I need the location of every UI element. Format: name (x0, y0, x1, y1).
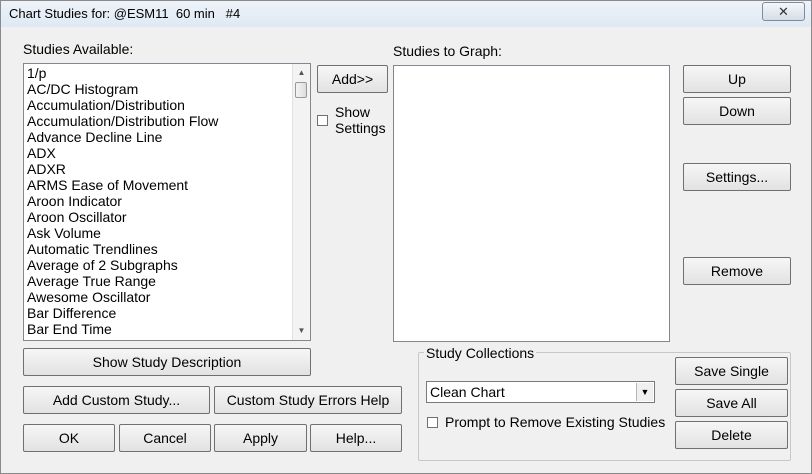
list-item[interactable]: Accumulation/Distribution (27, 97, 218, 113)
studies-available-label: Studies Available: (23, 41, 134, 57)
help-button[interactable]: Help... (310, 424, 402, 452)
show-study-description-button[interactable]: Show Study Description (23, 348, 311, 376)
list-item[interactable]: 1/p (27, 65, 218, 81)
settings-button[interactable]: Settings... (683, 163, 791, 191)
studies-to-graph-label: Studies to Graph: (393, 43, 502, 59)
scrollbar-thumb[interactable] (295, 82, 307, 98)
remove-button[interactable]: Remove (683, 257, 791, 285)
study-collections-label: Study Collections (424, 345, 537, 361)
prompt-remove-existing-checkbox[interactable] (427, 417, 438, 428)
list-item[interactable]: Ask Volume (27, 225, 218, 241)
close-icon: ✕ (778, 4, 789, 19)
list-item[interactable]: ADXR (27, 161, 218, 177)
title-bar: Chart Studies for: @ESM11 60 min #4 ✕ (1, 1, 811, 27)
ok-button[interactable]: OK (23, 424, 115, 452)
list-item[interactable]: Advance Decline Line (27, 129, 218, 145)
show-settings-label-line1: Show (335, 104, 371, 120)
apply-button[interactable]: Apply (214, 424, 307, 452)
list-item[interactable]: Aroon Indicator (27, 193, 218, 209)
save-single-button[interactable]: Save Single (675, 357, 788, 385)
add-custom-study-button[interactable]: Add Custom Study... (23, 386, 210, 414)
study-collection-select[interactable]: Clean Chart ▼ (426, 381, 655, 403)
scroll-up-icon[interactable]: ▲ (293, 65, 310, 81)
list-item[interactable]: Aroon Oscillator (27, 209, 218, 225)
chevron-down-icon[interactable]: ▼ (636, 383, 653, 401)
custom-study-errors-help-button[interactable]: Custom Study Errors Help (214, 386, 402, 414)
down-button[interactable]: Down (683, 97, 791, 125)
studies-to-graph-list[interactable] (393, 65, 670, 342)
delete-button[interactable]: Delete (675, 421, 788, 449)
add-study-button[interactable]: Add>> (317, 65, 388, 93)
show-settings-checkbox[interactable] (317, 115, 328, 126)
list-item[interactable]: Automatic Trendlines (27, 241, 218, 257)
studies-available-list[interactable]: 1/p AC/DC Histogram Accumulation/Distribut… (23, 63, 311, 341)
list-item[interactable]: Average of 2 Subgraphs (27, 257, 218, 273)
studies-list-scrollbar[interactable]: ▲ ▼ (292, 64, 310, 340)
list-item[interactable]: AC/DC Histogram (27, 81, 218, 97)
list-item[interactable]: ARMS Ease of Movement (27, 177, 218, 193)
studies-available-items: 1/p AC/DC Histogram Accumulation/Distribut… (27, 65, 218, 337)
scroll-down-icon[interactable]: ▼ (293, 323, 310, 339)
list-item[interactable]: Bar Difference (27, 305, 218, 321)
prompt-remove-existing-label: Prompt to Remove Existing Studies (445, 414, 666, 430)
save-all-button[interactable]: Save All (675, 389, 788, 417)
close-button[interactable]: ✕ (762, 2, 805, 21)
list-item[interactable]: Awesome Oscillator (27, 289, 218, 305)
study-collection-selected-value: Clean Chart (430, 384, 505, 400)
show-settings-label-line2: Settings (335, 120, 386, 136)
window-title: Chart Studies for: @ESM11 60 min #4 (9, 6, 241, 21)
list-item[interactable]: Accumulation/Distribution Flow (27, 113, 218, 129)
up-button[interactable]: Up (683, 65, 791, 93)
cancel-button[interactable]: Cancel (119, 424, 211, 452)
list-item[interactable]: ADX (27, 145, 218, 161)
list-item[interactable]: Bar End Time (27, 321, 218, 337)
chart-studies-dialog: Chart Studies for: @ESM11 60 min #4 ✕ St… (0, 0, 812, 474)
list-item[interactable]: Average True Range (27, 273, 218, 289)
